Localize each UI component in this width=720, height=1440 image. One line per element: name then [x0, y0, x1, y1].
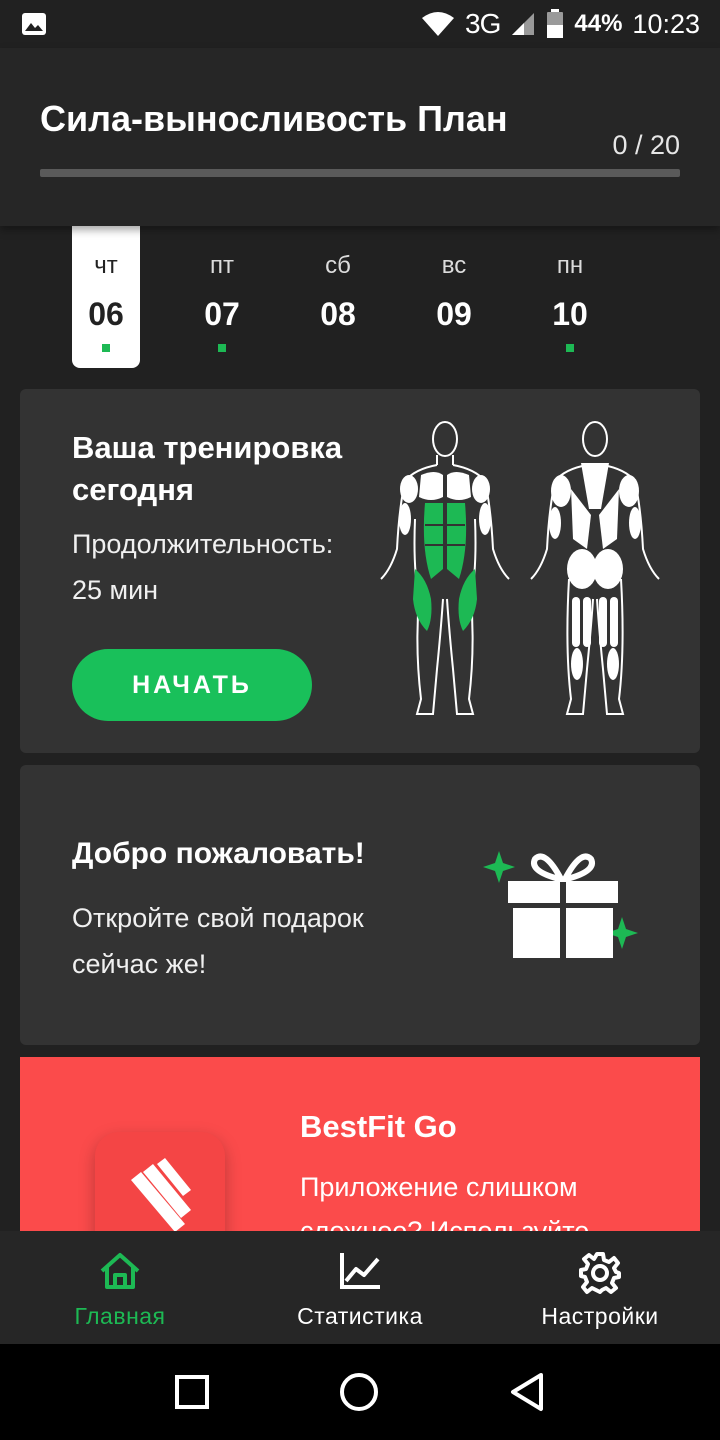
system-navigation-bar — [0, 1344, 720, 1440]
battery-icon — [547, 9, 564, 38]
status-bar: 3G 44% 10:23 — [0, 0, 720, 48]
day-name: пт — [210, 252, 234, 279]
day-item[interactable]: сб 08 — [304, 226, 372, 368]
day-number: 08 — [320, 296, 356, 332]
day-number: 06 — [88, 296, 124, 332]
day-name: пн — [556, 252, 584, 279]
home-circle-icon[interactable] — [339, 1372, 379, 1412]
network-type: 3G — [465, 8, 501, 39]
signal-icon — [512, 13, 535, 35]
day-number: 09 — [436, 296, 472, 332]
gift-icon — [483, 851, 638, 958]
image-notification-icon — [22, 13, 46, 35]
nav-settings[interactable]: Настройки — [480, 1231, 720, 1344]
today-workout-card[interactable]: Ваша тренировка сегодня Продолжительност… — [20, 389, 700, 753]
back-icon[interactable] — [509, 1372, 545, 1412]
nav-home-label: Главная — [74, 1303, 166, 1329]
wifi-icon — [422, 12, 455, 36]
plan-progress-bar — [40, 169, 680, 177]
welcome-text: Откройте свой подарок сейчас же! — [72, 903, 364, 979]
day-item[interactable]: пн 10 — [536, 226, 604, 368]
welcome-title: Добро пожаловать! — [72, 837, 365, 870]
progress-count: 0 / 20 — [612, 130, 680, 160]
day-name: сб — [325, 252, 351, 279]
workout-dot — [102, 344, 110, 352]
duration-value: 25 мин — [72, 575, 159, 605]
recents-icon[interactable] — [175, 1375, 209, 1409]
workout-dot — [566, 344, 574, 352]
day-number: 10 — [552, 296, 588, 332]
body-back-icon — [530, 421, 660, 715]
nav-statistics-label: Статистика — [297, 1303, 423, 1329]
workout-title: Ваша тренировка сегодня — [72, 430, 343, 507]
chart-icon — [340, 1253, 380, 1289]
body-front-icon — [380, 421, 510, 715]
gear-icon — [579, 1252, 621, 1294]
promo-title: BestFit Go — [300, 1109, 457, 1144]
nav-home[interactable]: Главная — [0, 1231, 240, 1344]
welcome-gift-card[interactable]: Добро пожаловать! Откройте свой подарок … — [20, 765, 700, 1045]
nav-statistics[interactable]: Статистика — [240, 1231, 480, 1344]
day-item[interactable]: вс 09 — [420, 226, 488, 368]
day-item[interactable]: чт 06 — [72, 226, 140, 368]
workout-dot — [218, 344, 226, 352]
battery-percent: 44% — [574, 10, 623, 37]
day-name: вс — [441, 252, 467, 279]
day-number: 07 — [204, 296, 240, 332]
clock: 10:23 — [632, 8, 700, 39]
nav-settings-label: Настройки — [541, 1303, 659, 1329]
duration-label: Продолжительность: — [72, 529, 334, 559]
bottom-navigation: Главная Статистика Настройки — [0, 1231, 720, 1344]
plan-header[interactable]: Сила-выносливость План 0 / 20 — [0, 48, 720, 226]
plan-title: Сила-выносливость План — [40, 98, 508, 139]
start-workout-button[interactable]: НАЧАТЬ — [72, 649, 312, 721]
date-strip[interactable]: чт 06 пт 07 сб 08 вс 09 пн 10 — [0, 226, 720, 374]
day-item[interactable]: пт 07 — [188, 226, 256, 368]
day-name: чт — [94, 252, 118, 279]
home-icon — [100, 1253, 140, 1289]
